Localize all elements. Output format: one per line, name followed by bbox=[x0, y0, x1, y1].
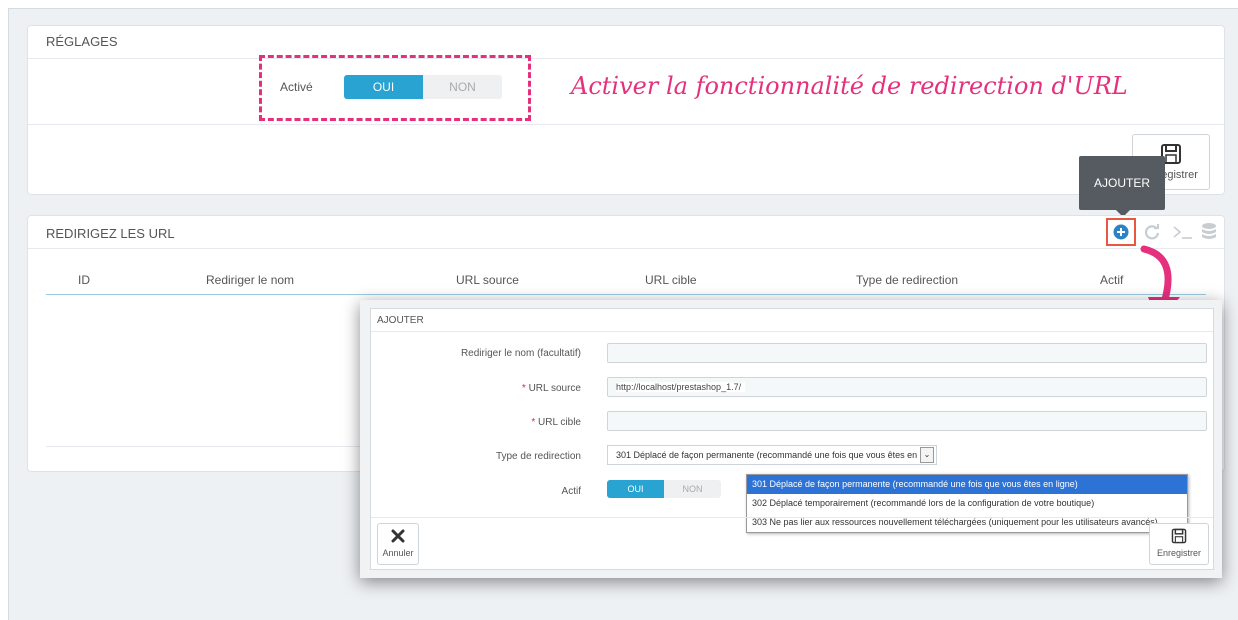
col-id: ID bbox=[78, 273, 90, 287]
table-header-line bbox=[46, 294, 1206, 295]
divider bbox=[371, 331, 1213, 332]
divider bbox=[28, 248, 1224, 249]
source-label-wrap: * URL source bbox=[371, 383, 581, 394]
col-active: Actif bbox=[1100, 273, 1124, 287]
add-icon bbox=[1113, 224, 1129, 240]
dropdown-option[interactable]: 303 Ne pas lier aux ressources nouvellem… bbox=[747, 513, 1187, 532]
cancel-button[interactable]: Annuler bbox=[377, 523, 419, 565]
highlight-box bbox=[259, 55, 531, 121]
active-label-modal: Actif bbox=[561, 486, 581, 497]
modal-switch-off[interactable]: NON bbox=[664, 480, 721, 498]
type-label: Type de redirection bbox=[495, 451, 581, 462]
modal-save-button[interactable]: Enregistrer bbox=[1149, 523, 1209, 565]
col-source: URL source bbox=[456, 273, 519, 287]
type-value: 301 Déplacé de façon permanente (recomma… bbox=[616, 450, 918, 460]
refresh-icon[interactable] bbox=[1143, 223, 1161, 241]
type-select[interactable]: 301 Déplacé de façon permanente (recomma… bbox=[607, 445, 937, 465]
source-field[interactable]: http://localhost/prestashop_1.7/ bbox=[607, 377, 1207, 397]
save-icon bbox=[1171, 528, 1187, 544]
target-field[interactable] bbox=[607, 411, 1207, 431]
type-dropdown: 301 Déplacé de façon permanente (recomma… bbox=[746, 474, 1188, 533]
settings-title: RÉGLAGES bbox=[46, 34, 118, 49]
add-modal: AJOUTER Rediriger le nom (facultatif) * … bbox=[360, 300, 1222, 578]
required-mark: * bbox=[521, 383, 529, 394]
modal-panel: AJOUTER Rediriger le nom (facultatif) * … bbox=[370, 308, 1214, 570]
modal-title: AJOUTER bbox=[377, 315, 424, 326]
target-label-wrap: * URL cible bbox=[371, 417, 581, 428]
required-mark: * bbox=[531, 417, 539, 428]
modal-save-label: Enregistrer bbox=[1156, 548, 1201, 558]
annotation-text: Activer la fonctionnalité de redirection… bbox=[571, 72, 1128, 100]
terminal-icon[interactable] bbox=[1172, 223, 1194, 241]
dropdown-option[interactable]: 302 Déplacé temporairement (recommandé l… bbox=[747, 494, 1187, 513]
dropdown-option[interactable]: 301 Déplacé de façon permanente (recomma… bbox=[747, 475, 1187, 494]
settings-panel: RÉGLAGES Activé OUI NON Enregistrer bbox=[27, 25, 1225, 195]
target-label: URL cible bbox=[538, 417, 581, 428]
redirects-title: REDIRIGEZ LES URL bbox=[46, 226, 175, 241]
divider bbox=[371, 517, 1213, 518]
database-icon[interactable] bbox=[1200, 222, 1218, 242]
close-icon bbox=[391, 529, 405, 543]
cancel-label: Annuler bbox=[382, 548, 414, 558]
name-label: Rediriger le nom (facultatif) bbox=[460, 348, 581, 359]
col-name: Rediriger le nom bbox=[206, 273, 295, 287]
modal-switch-on[interactable]: OUI bbox=[607, 480, 664, 498]
col-target: URL cible bbox=[645, 273, 697, 287]
modal-active-switch[interactable]: OUI NON bbox=[607, 480, 721, 498]
divider bbox=[28, 58, 1224, 59]
add-tooltip: AJOUTER bbox=[1079, 156, 1165, 210]
source-value: http://localhost/prestashop_1.7/ bbox=[616, 382, 746, 392]
add-button[interactable] bbox=[1106, 218, 1136, 246]
divider bbox=[28, 124, 1224, 125]
source-label: URL source bbox=[528, 383, 581, 394]
chevron-down-icon: ⌄ bbox=[920, 447, 934, 463]
name-field[interactable] bbox=[607, 343, 1207, 363]
col-type: Type de redirection bbox=[856, 273, 959, 287]
